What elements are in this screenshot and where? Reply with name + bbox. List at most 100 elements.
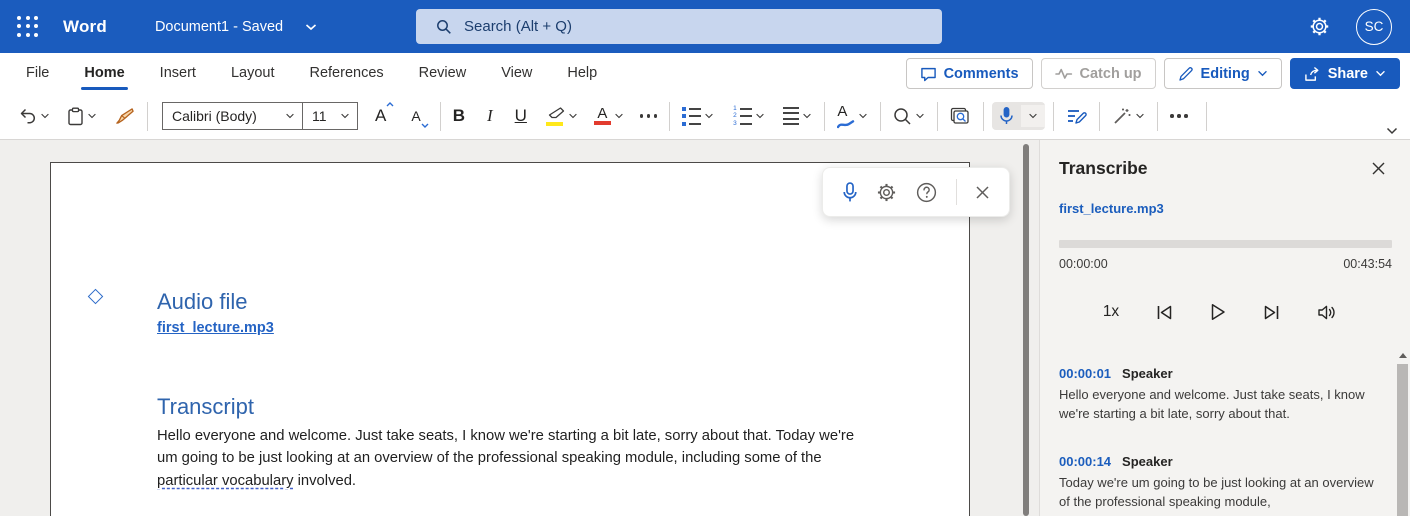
bullets-button[interactable] — [678, 103, 718, 130]
close-icon[interactable] — [1371, 161, 1386, 176]
tab-view[interactable]: View — [484, 53, 549, 93]
app-name: Word — [63, 16, 107, 36]
scroll-up-arrow-icon[interactable] — [1398, 353, 1407, 358]
search-icon — [437, 19, 451, 34]
microphone-icon[interactable] — [842, 181, 858, 203]
transcript-entry[interactable]: 00:00:01 Speaker Hello everyone and welc… — [1059, 366, 1384, 423]
document-title[interactable]: Document1 - Saved — [155, 19, 283, 35]
total-time: 00:43:54 — [1343, 257, 1392, 271]
chevron-down-icon — [88, 113, 96, 119]
clipboard-icon — [68, 107, 83, 125]
play-icon[interactable] — [1210, 303, 1226, 321]
editing-mode-button[interactable]: Editing — [1163, 58, 1282, 89]
chevron-down-icon — [916, 113, 925, 119]
audio-file-link[interactable]: first_lecture.mp3 — [1059, 201, 1164, 216]
bold-button[interactable]: B — [449, 102, 469, 130]
chevron-down-icon — [803, 113, 812, 119]
divider — [955, 179, 957, 205]
tab-review[interactable]: Review — [402, 53, 484, 93]
ribbon-toolbar: Calibri (Body) 11 A A B I U A 1 2 3 A — [0, 93, 1410, 140]
search-input[interactable]: Search (Alt + Q) — [416, 9, 942, 44]
content-area: Audio file first_lecture.mp3 Transcript … — [0, 140, 1410, 516]
settings-gear-icon[interactable] — [876, 182, 897, 203]
magic-wand-icon — [1114, 108, 1131, 124]
styles-icon: A — [837, 103, 855, 129]
more-font-options-icon[interactable] — [636, 114, 662, 118]
dictate-button[interactable] — [992, 102, 1046, 130]
document-title-chevron-icon[interactable] — [305, 23, 317, 31]
transcript-scrollbar[interactable] — [1397, 350, 1408, 516]
underline-glyph: U — [514, 106, 527, 125]
shrink-font-button[interactable]: A — [407, 104, 431, 128]
playback-progress-bar[interactable] — [1059, 240, 1392, 248]
avatar[interactable]: SC — [1356, 8, 1392, 45]
navigation-pane-button[interactable] — [946, 103, 975, 130]
underline-button[interactable]: U — [511, 102, 531, 130]
doc-heading-audio-file[interactable]: Audio file — [157, 289, 248, 315]
doc-heading-transcript[interactable]: Transcript — [157, 394, 254, 420]
autoformat-button[interactable] — [1108, 103, 1149, 130]
paste-button[interactable] — [63, 103, 101, 130]
entry-timestamp[interactable]: 00:00:01 — [1059, 366, 1111, 381]
tab-references[interactable]: References — [292, 53, 400, 93]
chevron-down-icon — [1257, 70, 1267, 77]
tab-help[interactable]: Help — [550, 53, 614, 93]
font-name-value: Calibri (Body) — [172, 108, 257, 124]
settings-gear-icon[interactable] — [1309, 16, 1330, 37]
chevron-down-icon — [41, 113, 49, 119]
tab-insert[interactable]: Insert — [143, 53, 213, 93]
tab-layout[interactable]: Layout — [214, 53, 292, 93]
format-painter-button[interactable] — [110, 103, 139, 130]
editor-pen-icon — [1068, 109, 1088, 124]
paragraph-grammar-marked-text: particular vocabulary — [157, 472, 294, 489]
italic-button[interactable]: I — [483, 102, 497, 130]
font-color-button[interactable]: A — [590, 103, 628, 129]
entry-text[interactable]: Today we're um going to be just looking … — [1059, 474, 1384, 511]
numbering-button[interactable]: 1 2 3 — [728, 103, 769, 130]
search-placeholder: Search (Alt + Q) — [464, 18, 572, 35]
undo-button[interactable] — [14, 103, 54, 129]
grow-font-button[interactable]: A — [371, 102, 397, 130]
alignment-button[interactable] — [779, 103, 816, 130]
comments-button[interactable]: Comments — [905, 58, 1033, 89]
catch-up-button[interactable]: Catch up — [1040, 58, 1156, 89]
chevron-down-icon — [1136, 113, 1145, 119]
bold-glyph: B — [452, 106, 465, 125]
font-size-select[interactable]: 11 — [303, 102, 358, 130]
volume-icon[interactable] — [1317, 304, 1337, 321]
share-button[interactable]: Share — [1289, 58, 1400, 89]
highlight-button[interactable] — [542, 103, 582, 130]
find-button[interactable] — [889, 103, 929, 130]
close-icon[interactable] — [975, 185, 990, 200]
share-label: Share — [1327, 65, 1368, 82]
styles-button[interactable]: A — [833, 99, 872, 133]
tab-file[interactable]: File — [9, 53, 66, 93]
audio-file-link[interactable]: first_lecture.mp3 — [157, 320, 274, 336]
more-commands-icon[interactable] — [1166, 114, 1192, 118]
transcript-entry[interactable]: 00:00:14 Speaker Today we're um going to… — [1059, 454, 1384, 511]
entry-timestamp[interactable]: 00:00:14 — [1059, 454, 1111, 469]
skip-to-end-icon[interactable] — [1263, 304, 1280, 321]
collapse-ribbon-chevron-icon[interactable] — [1386, 127, 1398, 135]
highlighter-icon — [545, 106, 565, 126]
paragraph-text: involved. — [293, 472, 357, 489]
help-icon[interactable] — [916, 182, 937, 203]
entry-text[interactable]: Hello everyone and welcome. Just take se… — [1059, 386, 1384, 423]
numbered-list-icon: 1 2 3 — [732, 105, 753, 126]
document-scrollbar[interactable] — [1023, 144, 1029, 516]
chevron-down-icon — [341, 113, 349, 119]
font-name-select[interactable]: Calibri (Body) — [162, 102, 303, 130]
content-anchor-icon — [87, 288, 104, 305]
tab-home[interactable]: Home — [67, 53, 141, 93]
doc-paragraph[interactable]: Hello everyone and welcome. Just take se… — [157, 425, 864, 492]
chevron-down-icon[interactable] — [1021, 105, 1046, 127]
grow-font-glyph: A — [375, 106, 387, 125]
chevron-down-icon — [615, 113, 623, 119]
undo-icon — [20, 108, 36, 124]
playback-speed-button[interactable]: 1x — [1103, 303, 1119, 321]
dictation-floating-toolbar — [822, 167, 1010, 217]
skip-to-start-icon[interactable] — [1156, 304, 1173, 321]
app-launcher-icon[interactable] — [15, 14, 41, 40]
editor-button[interactable] — [1062, 103, 1091, 130]
scrollbar-thumb[interactable] — [1397, 364, 1408, 516]
